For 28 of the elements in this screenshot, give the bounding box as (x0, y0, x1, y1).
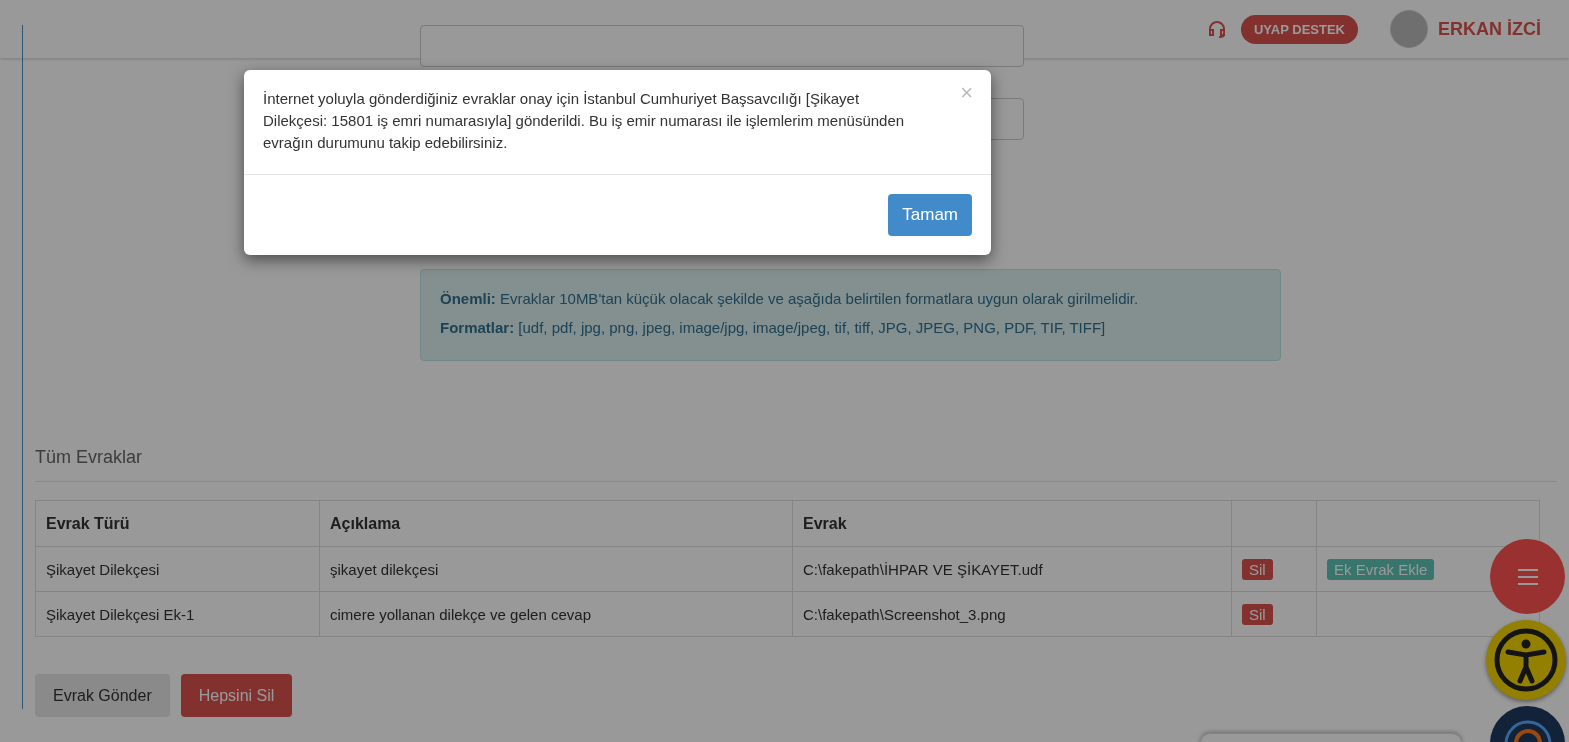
close-button[interactable]: × (960, 82, 973, 104)
dialog-message: İnternet yoluyla gönderdiğiniz evraklar onay için İstanbul Cumhuriyet Başsavcılığı [Şikayet Dilekçesi: 15801 iş emri numarasıyla] gönderildi. Bu iş emir numarası ile işlemlerim menüsünden evrağın durumunu takip edebilirsiniz. (263, 89, 906, 153)
column-header: Açıklama (319, 500, 793, 547)
table-cell: C:\fakepath\Screenshot_3.png (792, 591, 1232, 637)
delete-button[interactable]: Sil (1242, 603, 1273, 625)
column-header: Evrak Türü (35, 500, 320, 547)
table-cell: C:\fakepath\İHPAR VE ŞİKAYET.udf (792, 546, 1232, 592)
user-avatar[interactable] (1390, 10, 1428, 48)
support-button[interactable]: UYAP DESTEK (1240, 14, 1358, 44)
section-title: Tüm Evraklar (35, 447, 1557, 482)
notice-text: Önemli: Evraklar 10MB'tan küçük olacak şekilde ve aşağıda belirtilen formatlara uygun olarak girilmelidir. (440, 290, 1140, 307)
input-field[interactable] (420, 25, 1024, 67)
menu-icon (1516, 567, 1539, 586)
user-name[interactable]: ERKAN İZCİ (1438, 18, 1541, 40)
delete-all-button[interactable]: Hepsini Sil (180, 674, 293, 717)
accessibility-button[interactable] (1486, 620, 1566, 700)
table-cell: şikayet dilekçesi (319, 546, 793, 592)
column-header: Evrak (792, 500, 1232, 547)
accessibility-icon (1493, 627, 1559, 693)
headset-icon (1206, 19, 1227, 39)
notice-text: Formatlar: [udf, pdf, jpg, png, jpeg, image/jpg, image/jpeg, tif, tiff, JPG, JPEG, PNG, PDF, TIF, TIFF] (440, 319, 1107, 336)
table-cell: cimere yollanan dilekçe ve gelen cevap (319, 591, 793, 637)
delete-button[interactable]: Sil (1242, 558, 1273, 580)
send-button[interactable]: Evrak Gönder (35, 674, 170, 717)
ok-button[interactable]: Tamam (888, 194, 972, 236)
add-attachment-button[interactable]: Ek Evrak Ekle (1327, 558, 1435, 580)
table-cell: Şikayet Dilekçesi (35, 546, 320, 592)
table-cell: Şikayet Dilekçesi Ek-1 (35, 591, 320, 637)
